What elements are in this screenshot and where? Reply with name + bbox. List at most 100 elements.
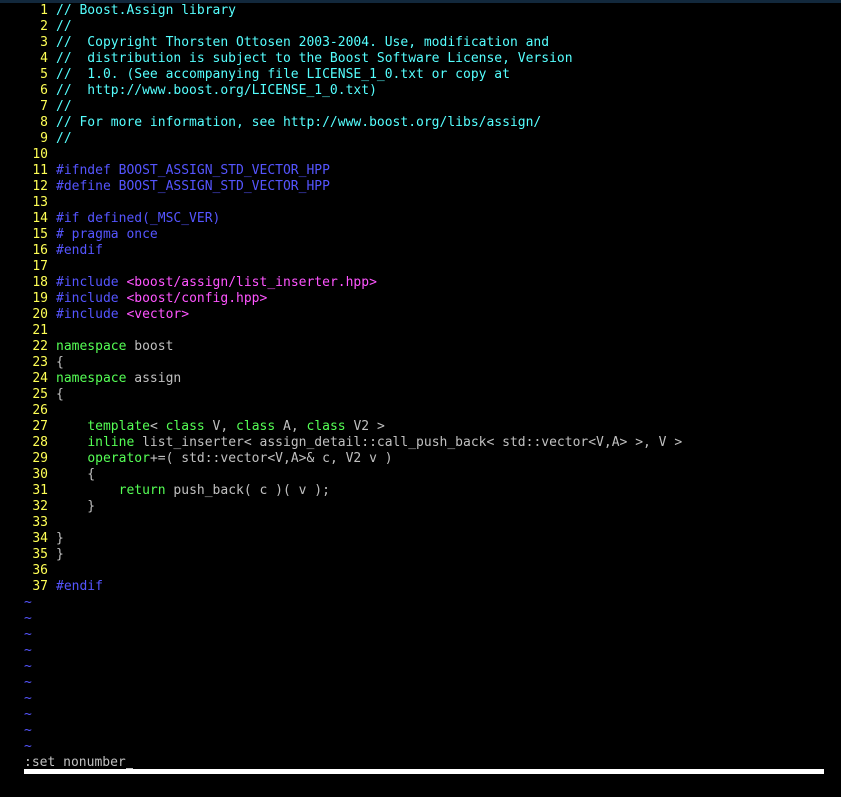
code-line[interactable]: 1 // Boost.Assign library: [24, 3, 834, 19]
code-token-keyword: namespace: [56, 371, 127, 386]
empty-line-marker: ~: [24, 723, 32, 738]
code-token-string: <boost/config.hpp>: [126, 291, 268, 306]
empty-line-marker: ~: [24, 691, 32, 706]
line-content: {: [56, 355, 64, 371]
code-line[interactable]: 29 operator+=( std::vector<V,A>& c, V2 v…: [24, 451, 834, 467]
code-line[interactable]: 16 #endif: [24, 243, 834, 259]
code-line[interactable]: 24 namespace assign: [24, 371, 834, 387]
code-line[interactable]: 22 namespace boost: [24, 339, 834, 355]
code-line[interactable]: 4 // distribution is subject to the Boost…: [24, 51, 834, 67]
code-line[interactable]: 8 // For more information, see http://www…: [24, 115, 834, 131]
code-token-text: }: [56, 499, 96, 514]
line-content: {: [56, 467, 95, 483]
code-token-text: list_inserter< assign_detail::call_push_…: [134, 435, 683, 450]
line-number: 12: [32, 179, 48, 194]
line-content: #include <boost/assign/list_inserter.hpp…: [56, 275, 377, 291]
line-number: 13: [32, 195, 48, 210]
line-content: #ifndef BOOST_ASSIGN_STD_VECTOR_HPP: [56, 163, 330, 179]
line-content: #if defined(_MSC_VER): [56, 211, 220, 227]
scrollbar-horizontal[interactable]: [24, 769, 824, 774]
line-content: }: [56, 499, 95, 515]
code-line[interactable]: 11 #ifndef BOOST_ASSIGN_STD_VECTOR_HPP: [24, 163, 834, 179]
line-number: 5: [40, 67, 48, 82]
code-line[interactable]: 23 {: [24, 355, 834, 371]
code-line[interactable]: 15 # pragma once: [24, 227, 834, 243]
code-line[interactable]: 14 #if defined(_MSC_VER): [24, 211, 834, 227]
empty-line-marker: ~: [24, 595, 32, 610]
code-token-preproc: #include: [56, 307, 127, 322]
line-number: 23: [32, 355, 48, 370]
line-content: }: [56, 547, 64, 563]
line-content: {: [56, 387, 64, 403]
code-line[interactable]: 32 }: [24, 499, 834, 515]
line-number: 2: [40, 19, 48, 34]
line-number: 30: [32, 467, 48, 482]
line-content: //: [56, 19, 72, 35]
line-content: #define BOOST_ASSIGN_STD_VECTOR_HPP: [56, 179, 330, 195]
code-line[interactable]: 12 #define BOOST_ASSIGN_STD_VECTOR_HPP: [24, 179, 834, 195]
vim-terminal[interactable]: 1 // Boost.Assign library 2 // 3 // Copyright…: [0, 3, 841, 797]
code-line[interactable]: 30 {: [24, 467, 834, 483]
code-line[interactable]: 36: [24, 563, 834, 579]
code-line[interactable]: 13: [24, 195, 834, 211]
line-number: 32: [32, 499, 48, 514]
code-token-keyword: class: [165, 419, 205, 434]
line-content: namespace assign: [56, 371, 181, 387]
code-line[interactable]: 10: [24, 147, 834, 163]
line-number: 6: [40, 83, 48, 98]
line-content: // 1.0. (See accompanying file LICENSE_1…: [56, 67, 510, 83]
code-token-comment: //: [56, 19, 72, 34]
line-content: namespace boost: [56, 339, 173, 355]
code-line[interactable]: 7 //: [24, 99, 834, 115]
line-number: 14: [32, 211, 48, 226]
line-number: 18: [32, 275, 48, 290]
line-number: 25: [32, 387, 48, 402]
code-token-preproc: #include: [56, 275, 127, 290]
code-line[interactable]: 35}: [24, 547, 834, 563]
code-token-comment: //: [56, 131, 72, 146]
code-line[interactable]: 28 inline list_inserter< assign_detail::…: [24, 435, 834, 451]
line-number: 9: [40, 131, 48, 146]
code-token-keyword: template: [87, 419, 150, 434]
line-number: 19: [32, 291, 48, 306]
code-line[interactable]: 31 return push_back( c )( v );: [24, 483, 834, 499]
code-line[interactable]: 21: [24, 323, 834, 339]
line-number: 20: [32, 307, 48, 322]
empty-line-marker: ~: [24, 611, 32, 626]
code-token-comment: // Copyright Thorsten Ottosen 2003-2004.…: [56, 35, 550, 50]
code-line[interactable]: 17: [24, 259, 834, 275]
line-content: }: [56, 531, 64, 547]
code-line[interactable]: 25 {: [24, 387, 834, 403]
code-token-preproc: #endif: [56, 243, 103, 258]
code-line[interactable]: 20 #include <vector>: [24, 307, 834, 323]
code-line[interactable]: 33: [24, 515, 834, 531]
code-token-keyword: class: [306, 419, 346, 434]
line-content: // Boost.Assign library: [56, 3, 236, 19]
code-token-text: A,: [275, 419, 307, 434]
line-number: 37: [32, 579, 48, 594]
code-line[interactable]: 37 #endif: [24, 579, 834, 595]
code-token-keyword: operator: [87, 451, 150, 466]
code-line[interactable]: 34}: [24, 531, 834, 547]
editor-buffer[interactable]: 1 // Boost.Assign library 2 // 3 // Copyright…: [24, 3, 834, 755]
code-line[interactable]: 5 // 1.0. (See accompanying file LICENSE_…: [24, 67, 834, 83]
code-line[interactable]: 18 #include <boost/assign/list_inserter.h…: [24, 275, 834, 291]
code-token-text: <: [149, 419, 166, 434]
empty-line-marker: ~: [24, 739, 32, 754]
code-line[interactable]: 2 //: [24, 19, 834, 35]
code-token-keyword: namespace: [56, 339, 127, 354]
line-number: 28: [32, 435, 48, 450]
line-number: 17: [32, 259, 48, 274]
code-line[interactable]: 6 // http://www.boost.org/LICENSE_1_0.txt…: [24, 83, 834, 99]
code-line[interactable]: 9 //: [24, 131, 834, 147]
code-token-comment: //: [56, 99, 72, 114]
code-line[interactable]: 3 // Copyright Thorsten Ottosen 2003-2004…: [24, 35, 834, 51]
code-line[interactable]: 26: [24, 403, 834, 419]
code-line[interactable]: 19 #include <boost/config.hpp>: [24, 291, 834, 307]
code-token-text: push_back( c )( v );: [165, 483, 330, 498]
code-token-comment: // Boost.Assign library: [56, 3, 237, 18]
code-line[interactable]: 27 template< class V, class A, class V2 …: [24, 419, 834, 435]
code-token-preproc: #ifndef BOOST_ASSIGN_STD_VECTOR_HPP: [56, 163, 330, 178]
line-number: 34: [32, 531, 48, 546]
